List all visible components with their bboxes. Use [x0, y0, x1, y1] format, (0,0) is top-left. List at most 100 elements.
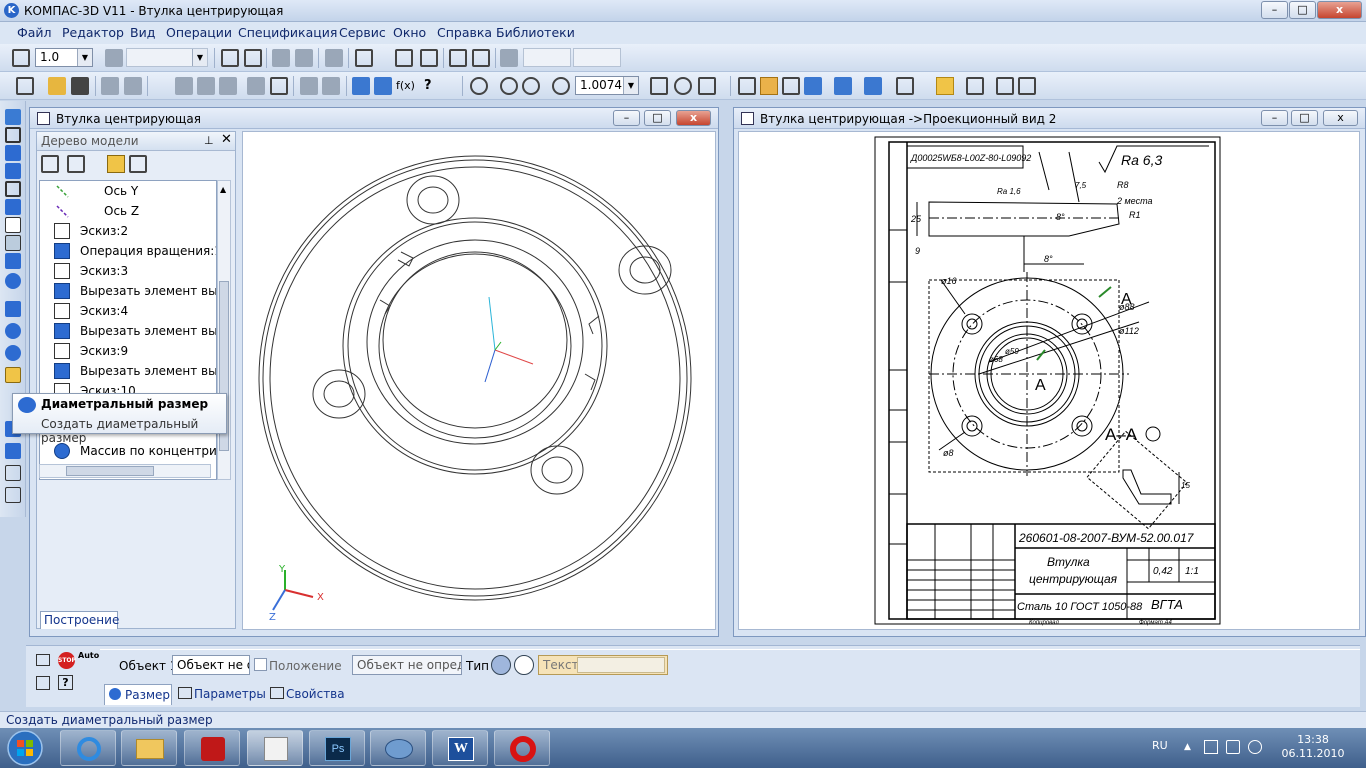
- sheet-metal-icon[interactable]: [5, 199, 21, 215]
- save-icon[interactable]: [71, 77, 89, 95]
- snap-toggle-icon[interactable]: [936, 77, 954, 95]
- grid-icon[interactable]: [355, 49, 373, 67]
- geometry-icon[interactable]: [5, 109, 21, 125]
- text-value-box[interactable]: [577, 657, 665, 673]
- menu-help[interactable]: Справка: [437, 25, 492, 40]
- dimension-radial-icon[interactable]: [5, 323, 21, 339]
- tab-dimension[interactable]: Размер: [104, 684, 172, 705]
- manager-icon[interactable]: [352, 77, 370, 95]
- x-coord-field[interactable]: [523, 48, 571, 67]
- snap-icon[interactable]: [12, 49, 30, 67]
- tray-expand-icon[interactable]: ▲: [1184, 742, 1191, 752]
- menu-file[interactable]: Файл: [17, 25, 52, 40]
- snap-object-icon[interactable]: [36, 676, 50, 690]
- array-icon[interactable]: [5, 163, 21, 179]
- language-indicator[interactable]: RU: [1152, 739, 1168, 752]
- zoom-out-icon[interactable]: [522, 77, 540, 95]
- model-viewport[interactable]: Y X Z: [242, 131, 716, 630]
- cursor-icon[interactable]: [395, 49, 413, 67]
- doc-maximize-button[interactable]: □: [1291, 110, 1318, 126]
- constraints-icon[interactable]: [966, 77, 984, 95]
- tree-item-rotation-1[interactable]: Операция вращения:1: [40, 241, 216, 261]
- library-icon[interactable]: [374, 77, 392, 95]
- tree-horizontal-scrollbar[interactable]: [39, 464, 211, 478]
- tree-item-cut-3[interactable]: Вырезать элемент выдав: [40, 361, 216, 381]
- orientation-icon[interactable]: [698, 77, 716, 95]
- tab-construction[interactable]: Построение: [40, 611, 119, 629]
- dimension-angle-icon[interactable]: [5, 345, 21, 361]
- cut-icon[interactable]: [175, 77, 193, 95]
- tree-view-icon[interactable]: [41, 155, 59, 173]
- zoom-window-icon[interactable]: [470, 77, 488, 95]
- menu-editor[interactable]: Редактор: [62, 25, 124, 40]
- redo-icon[interactable]: [322, 77, 340, 95]
- properties-icon[interactable]: [270, 77, 288, 95]
- coords-icon[interactable]: [500, 49, 518, 67]
- taskbar-opera[interactable]: [494, 730, 550, 766]
- regenerate-icon[interactable]: [1018, 77, 1036, 95]
- table-icon[interactable]: [5, 487, 21, 503]
- format-brush-icon[interactable]: [247, 77, 265, 95]
- scroll-thumb-horizontal[interactable]: [66, 466, 154, 476]
- zoom-combo[interactable]: 1.0074 ▼: [575, 76, 639, 95]
- tree-item-sketch-2[interactable]: Эскиз:2: [40, 221, 216, 241]
- close-icon[interactable]: ✕: [221, 132, 232, 147]
- panel-pin-icon[interactable]: [36, 654, 50, 666]
- line-icon[interactable]: [449, 49, 467, 67]
- taskbar-word[interactable]: W: [432, 730, 488, 766]
- rotate-icon[interactable]: [272, 49, 290, 67]
- pan-icon[interactable]: [650, 77, 668, 95]
- roughness-icon[interactable]: [5, 465, 21, 481]
- chevron-down-icon[interactable]: ▼: [623, 77, 638, 94]
- tree-item-axis-z[interactable]: Ось Z: [40, 201, 216, 221]
- tree-item-sketch-9[interactable]: Эскиз:9: [40, 341, 216, 361]
- position-checkbox[interactable]: [254, 658, 267, 671]
- point-icon[interactable]: [472, 49, 490, 67]
- diagnostics-icon[interactable]: [5, 217, 21, 233]
- perspective-icon[interactable]: [834, 77, 852, 95]
- doc-close-button[interactable]: x: [676, 110, 711, 126]
- layer-combo[interactable]: ▼: [126, 48, 208, 67]
- text-field[interactable]: Текст: [538, 655, 668, 675]
- stop-icon[interactable]: STOP: [58, 652, 76, 669]
- magnet-icon[interactable]: [295, 49, 313, 67]
- auto-create-icon[interactable]: Auto: [78, 651, 99, 660]
- menu-service[interactable]: Сервис: [339, 25, 386, 40]
- menu-operations[interactable]: Операции: [166, 25, 232, 40]
- tree-list-icon[interactable]: [129, 155, 147, 173]
- shaded-icon[interactable]: [804, 77, 822, 95]
- section-icon[interactable]: [864, 77, 882, 95]
- menu-specification[interactable]: Спецификация: [238, 25, 337, 40]
- minimize-button[interactable]: –: [1261, 1, 1288, 19]
- tree-item-sketch-4[interactable]: Эскиз:4: [40, 301, 216, 321]
- wireframe-icon[interactable]: [738, 77, 756, 95]
- zoom-scale-icon[interactable]: [552, 77, 570, 95]
- local-cs-icon[interactable]: [221, 49, 239, 67]
- layer-icon[interactable]: [105, 49, 123, 67]
- clock[interactable]: 13:38 06.11.2010: [1270, 733, 1356, 761]
- menu-window[interactable]: Окно: [393, 25, 426, 40]
- surface-icon[interactable]: [5, 145, 21, 161]
- step-combo[interactable]: 1.0 ▼: [35, 48, 93, 67]
- help-icon[interactable]: ?: [424, 77, 442, 95]
- tree-item-cut-1[interactable]: Вырезать элемент выдав: [40, 281, 216, 301]
- axes-icon[interactable]: [420, 49, 438, 67]
- auxiliary-geometry-icon[interactable]: [5, 181, 21, 197]
- chevron-down-icon[interactable]: ▼: [77, 49, 92, 66]
- taskbar-explorer[interactable]: [121, 730, 177, 766]
- action-center-icon[interactable]: [1226, 740, 1240, 754]
- taskbar-ie[interactable]: [60, 730, 116, 766]
- ortho-icon[interactable]: [325, 49, 343, 67]
- tree-item-sketch-3[interactable]: Эскиз:3: [40, 261, 216, 281]
- tree-item-cut-2[interactable]: Вырезать элемент выдав: [40, 321, 216, 341]
- print-preview-icon[interactable]: [124, 77, 142, 95]
- y-coord-field[interactable]: [573, 48, 621, 67]
- spiral-icon[interactable]: [5, 127, 21, 143]
- tab-properties[interactable]: Свойства: [268, 684, 348, 705]
- object2-field[interactable]: Объект не опреде: [352, 655, 462, 675]
- doc-minimize-button[interactable]: –: [613, 110, 640, 126]
- menu-view[interactable]: Вид: [130, 25, 155, 40]
- paste-icon[interactable]: [219, 77, 237, 95]
- print-icon[interactable]: [101, 77, 119, 95]
- zoom-in-icon[interactable]: [500, 77, 518, 95]
